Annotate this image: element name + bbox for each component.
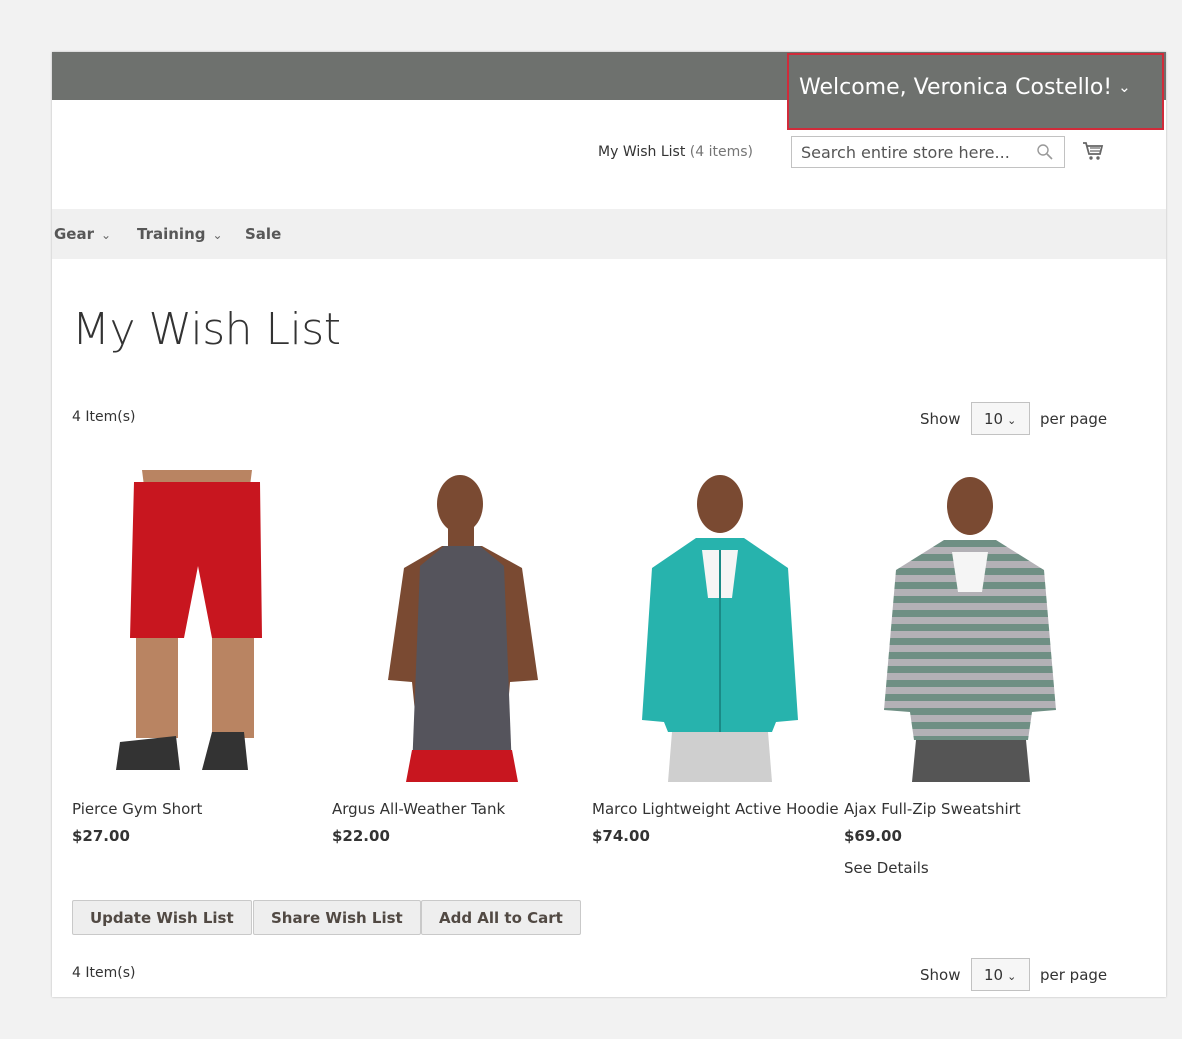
- product-price: $22.00: [332, 827, 390, 845]
- share-wishlist-button[interactable]: Share Wish List: [253, 900, 421, 935]
- product-price: $69.00: [844, 827, 902, 845]
- search-input[interactable]: Search entire store here...: [791, 136, 1065, 168]
- per-page-value: 10: [984, 966, 1004, 984]
- per-page-label: per page: [1040, 410, 1108, 428]
- product-name[interactable]: Marco Lightweight Active Hoodie: [592, 800, 839, 818]
- per-page-label: per page: [1040, 966, 1108, 984]
- product-image[interactable]: [844, 470, 1084, 782]
- page-frame: Welcome, Veronica Costello! ⌄ My Wish Lis…: [52, 52, 1166, 997]
- update-wishlist-button[interactable]: Update Wish List: [72, 900, 252, 935]
- customer-welcome-menu[interactable]: Welcome, Veronica Costello! ⌄: [787, 53, 1164, 130]
- product-name[interactable]: Argus All-Weather Tank: [332, 800, 505, 818]
- per-page-select[interactable]: 10 ⌄: [971, 402, 1030, 435]
- item-count: 4 Item(s): [72, 965, 136, 981]
- search-placeholder: Search entire store here...: [801, 143, 1010, 162]
- item-count: 4 Item(s): [72, 409, 136, 425]
- nav-item-sale[interactable]: Sale: [245, 225, 281, 243]
- wishlist-item: Ajax Full-Zip Sweatshirt $69.00 See Deta…: [844, 470, 1094, 877]
- per-page-value: 10: [984, 410, 1004, 428]
- wishlist-item: Pierce Gym Short $27.00: [72, 470, 322, 845]
- product-image[interactable]: [72, 470, 312, 782]
- product-image[interactable]: [592, 470, 832, 782]
- wishlist-header-link[interactable]: My Wish List (4 items): [598, 144, 753, 160]
- chevron-down-icon: ⌄: [1007, 970, 1017, 983]
- product-image[interactable]: [332, 470, 572, 782]
- nav-item-label: Gear: [54, 225, 95, 243]
- chevron-down-icon: ⌄: [1118, 78, 1131, 96]
- see-details-link[interactable]: See Details: [844, 859, 929, 877]
- page-title: My Wish List: [72, 304, 341, 355]
- main-navigation: Gear ⌄ Training ⌄ Sale: [52, 209, 1166, 259]
- nav-item-label: Sale: [245, 225, 282, 243]
- chevron-down-icon: ⌄: [101, 228, 112, 242]
- product-name[interactable]: Pierce Gym Short: [72, 800, 202, 818]
- wishlist-link-count: (4 items): [689, 144, 754, 160]
- nav-item-label: Training: [137, 225, 206, 243]
- product-name[interactable]: Ajax Full-Zip Sweatshirt: [844, 800, 1021, 818]
- chevron-down-icon: ⌄: [1007, 414, 1017, 427]
- wishlist-item: Marco Lightweight Active Hoodie $74.00: [592, 470, 842, 845]
- per-page-select[interactable]: 10 ⌄: [971, 958, 1030, 991]
- show-label: Show: [920, 410, 961, 428]
- cart-icon[interactable]: [1082, 140, 1104, 162]
- search-icon[interactable]: [1036, 143, 1054, 161]
- wishlist-item: Argus All-Weather Tank $22.00: [332, 470, 582, 845]
- chevron-down-icon: ⌄: [212, 228, 223, 242]
- product-price: $74.00: [592, 827, 650, 845]
- nav-item-gear[interactable]: Gear ⌄: [54, 225, 111, 243]
- add-all-to-cart-button[interactable]: Add All to Cart: [421, 900, 581, 935]
- wishlist-link-label: My Wish List: [598, 144, 686, 160]
- show-label: Show: [920, 966, 961, 984]
- welcome-text: Welcome, Veronica Costello!: [799, 75, 1113, 100]
- product-price: $27.00: [72, 827, 130, 845]
- nav-item-training[interactable]: Training ⌄: [137, 225, 223, 243]
